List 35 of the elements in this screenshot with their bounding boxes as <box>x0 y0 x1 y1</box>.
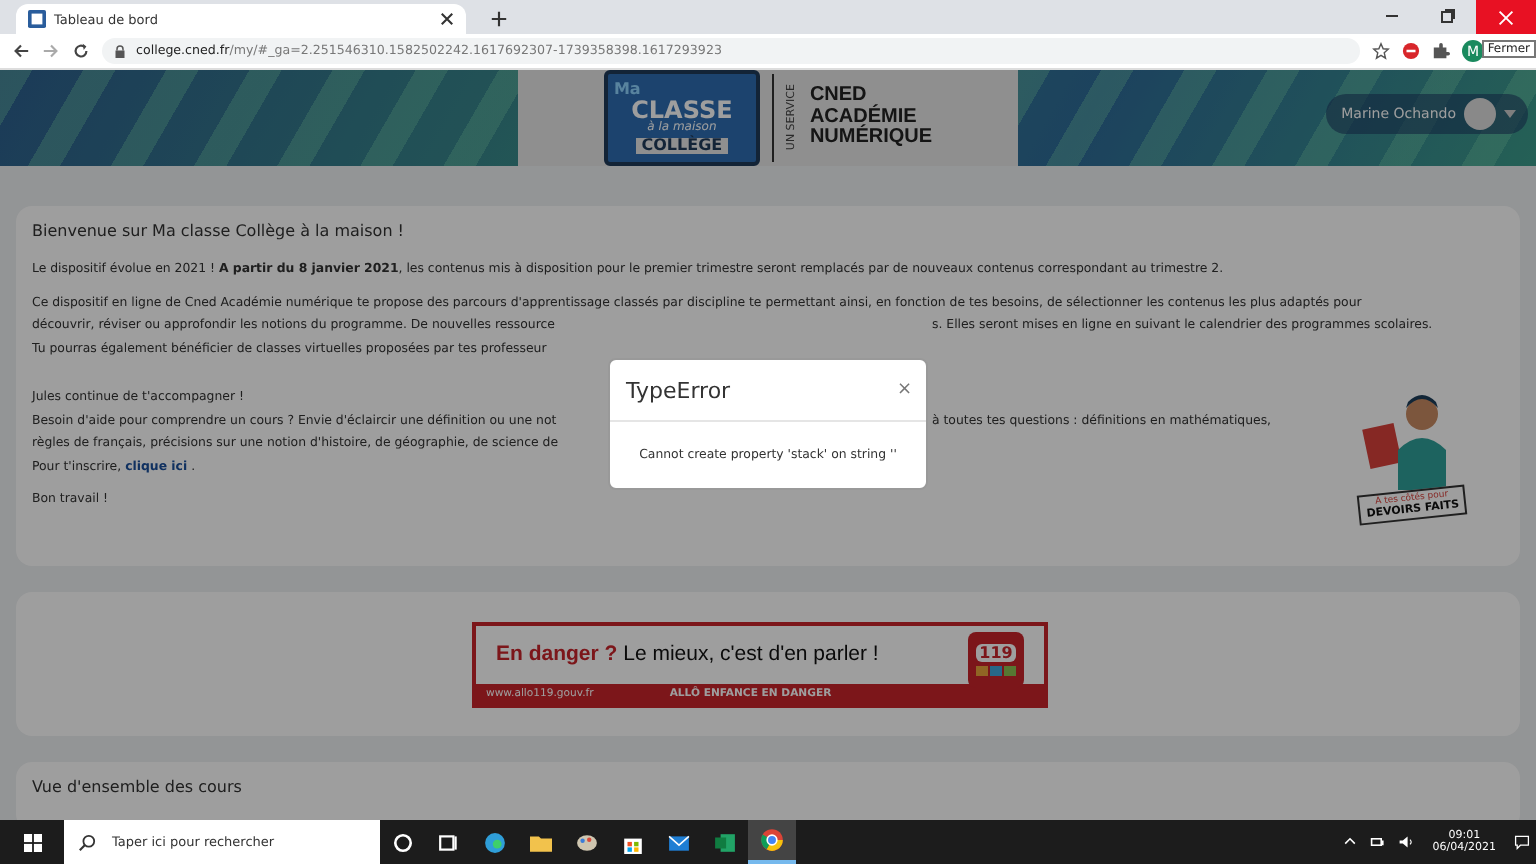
lock-icon <box>114 43 126 59</box>
card-title: Bienvenue sur Ma classe Collège à la maison ! <box>32 222 407 240</box>
mail-icon[interactable] <box>668 831 690 853</box>
back-icon[interactable] <box>12 42 30 60</box>
close-window-button[interactable] <box>1476 0 1536 34</box>
banner-text: En danger ? Le mieux, c'est d'en parler ! <box>496 642 879 666</box>
search-icon <box>78 833 96 851</box>
chrome-browser-icon <box>760 828 784 852</box>
edge-browser-icon[interactable] <box>484 831 506 853</box>
chrome-taskbar-button[interactable] <box>748 820 796 864</box>
avatar-icon <box>1464 98 1496 130</box>
new-tab-icon[interactable] <box>490 10 508 28</box>
close-icon <box>1498 9 1514 25</box>
card-title: Vue d'ensemble des cours <box>32 778 244 796</box>
brand-text: CNED <box>809 86 867 107</box>
spreadsheet-app-icon[interactable] <box>714 831 736 853</box>
task-view-icon[interactable] <box>438 831 460 853</box>
folder-icon[interactable] <box>530 831 552 853</box>
notifications-icon[interactable] <box>1514 834 1530 850</box>
restore-icon[interactable] <box>1438 6 1458 26</box>
puzzle-icon[interactable] <box>1432 42 1450 60</box>
dialog-title: TypeError <box>626 377 731 403</box>
speaker-icon[interactable] <box>1398 834 1415 850</box>
paint-palette-icon[interactable] <box>576 831 598 853</box>
site-favicon-icon <box>28 10 46 28</box>
close-button[interactable]: × <box>896 380 912 400</box>
close-tab-icon[interactable] <box>440 12 454 26</box>
caret-icon <box>1504 110 1516 118</box>
star-icon[interactable] <box>1372 42 1390 60</box>
cortana-circle-icon[interactable] <box>392 831 414 853</box>
reload-icon[interactable] <box>72 42 90 60</box>
brand-text: ACADÉMIE <box>809 107 917 128</box>
chevron-up-icon[interactable] <box>1342 834 1359 850</box>
helpline-badge: 119 <box>968 631 1024 687</box>
windows-start-icon[interactable] <box>24 833 42 851</box>
